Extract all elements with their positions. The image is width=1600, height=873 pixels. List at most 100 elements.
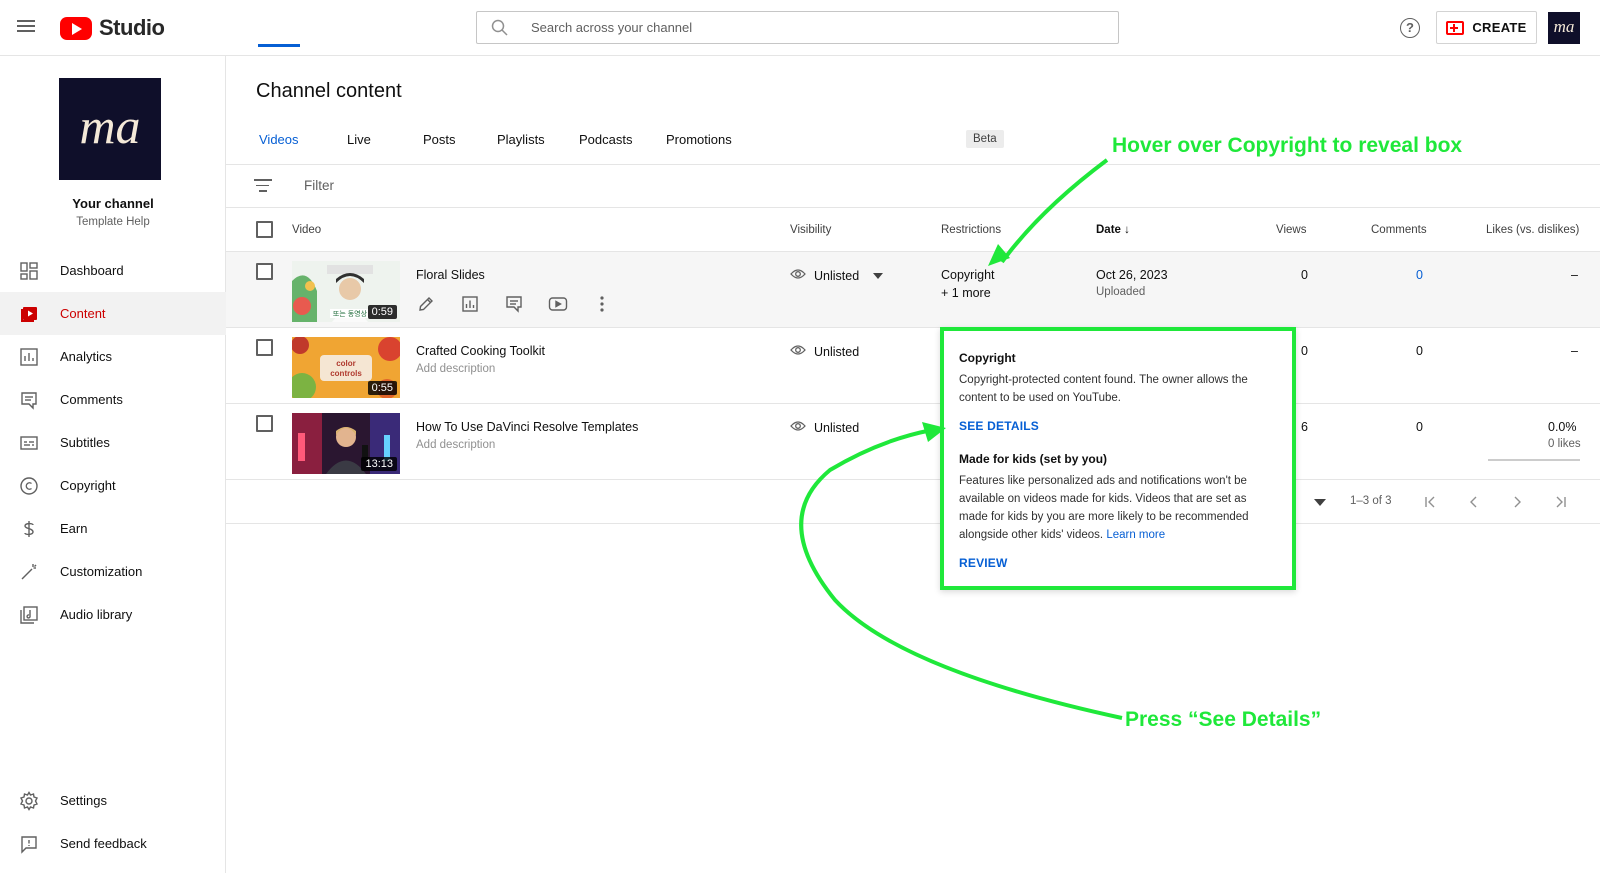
tab-podcasts[interactable]: Podcasts <box>579 132 632 147</box>
edit-pencil-icon[interactable] <box>416 294 436 314</box>
sidebar-item-label: Copyright <box>60 478 116 493</box>
sidebar-item-send-feedback[interactable]: Send feedback <box>0 822 226 865</box>
video-thumbnail[interactable]: 또는 동영상 0:59 <box>292 261 400 322</box>
video-title[interactable]: Floral Slides <box>416 268 485 282</box>
sidebar-item-dashboard[interactable]: Dashboard <box>0 249 226 292</box>
pagination-range: 1–3 of 3 <box>1350 495 1392 507</box>
restriction-more[interactable]: + 1 more <box>941 286 991 300</box>
analytics-icon[interactable] <box>460 294 480 314</box>
column-header-likes: Likes (vs. dislikes) <box>1486 224 1580 236</box>
audio-library-icon <box>18 604 40 626</box>
filter-icon[interactable] <box>254 179 272 193</box>
video-title[interactable]: Crafted Cooking Toolkit <box>416 344 545 358</box>
video-description[interactable]: Add description <box>416 363 495 375</box>
sidebar-item-comments[interactable]: Comments <box>0 378 226 421</box>
svg-text:또는 동영상: 또는 동영상 <box>333 309 368 318</box>
video-description[interactable]: Add description <box>416 439 495 451</box>
review-button[interactable]: REVIEW <box>959 556 1008 570</box>
sidebar-item-earn[interactable]: Earn <box>0 507 226 550</box>
channel-subtitle: Template Help <box>76 216 150 228</box>
search-box[interactable] <box>476 11 1119 44</box>
create-video-icon <box>1446 20 1465 35</box>
row-actions <box>416 294 612 314</box>
sidebar-item-label: Earn <box>60 521 88 536</box>
account-avatar[interactable]: ma <box>1548 12 1580 44</box>
menu-icon[interactable] <box>17 17 37 37</box>
tab-playlists[interactable]: Playlists <box>497 132 545 147</box>
comments-icon[interactable] <box>504 294 524 314</box>
column-header-date[interactable]: Date ↓ <box>1096 224 1130 236</box>
analytics-icon <box>18 346 40 368</box>
eye-icon <box>790 268 806 283</box>
last-page-icon[interactable] <box>1550 492 1570 512</box>
youtube-play-icon[interactable] <box>548 294 568 314</box>
column-header-views: Views <box>1276 224 1307 236</box>
filter-bar: Filter <box>226 165 1600 208</box>
sidebar-item-audio-library[interactable]: Audio library <box>0 593 226 636</box>
active-tab-indicator <box>258 44 300 47</box>
see-details-button[interactable]: SEE DETAILS <box>959 419 1039 433</box>
row-checkbox[interactable] <box>256 415 273 432</box>
table-row[interactable]: 13:13 How To Use DaVinci Resolve Templat… <box>226 404 1600 480</box>
sidebar-item-analytics[interactable]: Analytics <box>0 335 226 378</box>
channel-avatar[interactable]: ma <box>59 78 161 180</box>
sidebar-item-label: Settings <box>60 793 107 808</box>
more-options-icon[interactable] <box>592 294 612 314</box>
video-thumbnail[interactable]: 13:13 <box>292 413 400 474</box>
video-thumbnail[interactable]: color controls 0:55 <box>292 337 400 398</box>
create-label: CREATE <box>1472 20 1527 35</box>
restriction-copyright[interactable]: Copyright <box>941 268 995 282</box>
tab-live[interactable]: Live <box>347 132 371 147</box>
sidebar-item-label: Subtitles <box>60 435 110 450</box>
video-duration: 0:55 <box>367 381 397 395</box>
dropdown-caret-icon[interactable] <box>873 272 884 279</box>
search-input[interactable] <box>531 20 1091 35</box>
video-title[interactable]: How To Use DaVinci Resolve Templates <box>416 420 638 434</box>
tab-posts[interactable]: Posts <box>423 132 456 147</box>
sidebar-item-label: Send feedback <box>60 836 147 851</box>
dollar-icon <box>18 518 40 540</box>
annotation-hover-instruction: Hover over Copyright to reveal box <box>1112 134 1463 157</box>
search-icon <box>491 19 521 37</box>
studio-logo[interactable]: Studio <box>60 15 165 41</box>
sidebar-item-subtitles[interactable]: Subtitles <box>0 421 226 464</box>
beta-badge: Beta <box>966 130 1004 148</box>
views-count: 0 <box>1301 268 1308 282</box>
sidebar-item-settings[interactable]: Settings <box>0 779 226 822</box>
likes-count: 0 likes <box>1548 438 1581 450</box>
sidebar-item-content[interactable]: Content <box>0 292 226 335</box>
filter-input[interactable]: Filter <box>304 178 334 193</box>
likes-value: – <box>1571 344 1578 358</box>
visibility-dropdown[interactable]: Unlisted <box>790 420 859 435</box>
logo-text: Studio <box>99 15 165 40</box>
sidebar-item-label: Customization <box>60 564 143 579</box>
tab-videos[interactable]: Videos <box>259 132 299 147</box>
row-checkbox[interactable] <box>256 263 273 280</box>
video-duration: 13:13 <box>361 457 397 471</box>
gear-icon <box>18 790 40 812</box>
upload-date: Oct 26, 2023 <box>1096 268 1168 282</box>
tab-promotions[interactable]: Promotions <box>666 132 732 147</box>
previous-page-icon[interactable] <box>1464 492 1484 512</box>
magic-wand-icon <box>18 561 40 583</box>
table-row[interactable]: color controls 0:55 Crafted Cooking Tool… <box>226 328 1600 404</box>
views-count: 6 <box>1301 420 1308 434</box>
visibility-label: Unlisted <box>814 268 860 283</box>
first-page-icon[interactable] <box>1421 492 1441 512</box>
popup-kids-text-body: Features like personalized ads and notif… <box>959 475 1249 541</box>
next-page-icon[interactable] <box>1507 492 1527 512</box>
learn-more-link[interactable]: Learn more <box>1106 529 1165 541</box>
views-count: 0 <box>1301 344 1308 358</box>
visibility-dropdown[interactable]: Unlisted <box>790 268 884 283</box>
row-checkbox[interactable] <box>256 339 273 356</box>
select-all-checkbox[interactable] <box>256 221 273 238</box>
sidebar-item-copyright[interactable]: Copyright <box>0 464 226 507</box>
help-icon[interactable]: ? <box>1400 18 1420 38</box>
rows-per-page-caret-icon[interactable] <box>1314 499 1326 506</box>
visibility-dropdown[interactable]: Unlisted <box>790 344 859 359</box>
table-row[interactable]: 또는 동영상 0:59 Floral Slides Unlisted Copyr… <box>226 252 1600 328</box>
column-header-video: Video <box>292 224 322 236</box>
comments-count[interactable]: 0 <box>1416 268 1423 282</box>
create-button[interactable]: CREATE <box>1436 11 1537 44</box>
sidebar-item-customization[interactable]: Customization <box>0 550 226 593</box>
